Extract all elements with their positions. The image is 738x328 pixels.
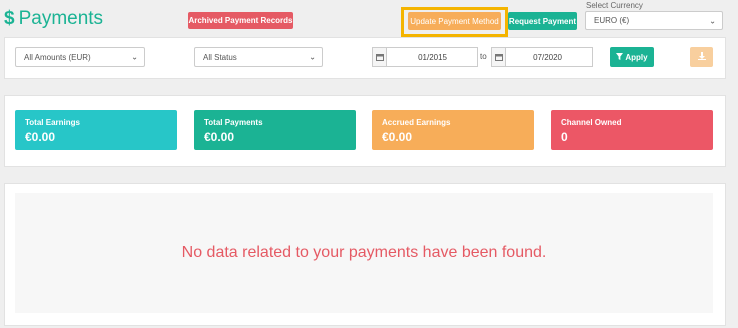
card-value: €0.00 (382, 130, 413, 144)
card-value: 0 (561, 130, 568, 144)
request-payment-button[interactable]: Request Payment (508, 12, 577, 30)
empty-state: No data related to your payments have be… (15, 193, 713, 313)
archived-payment-records-button[interactable]: Archived Payment Records (188, 12, 293, 29)
to-label: to (480, 52, 487, 61)
accrued-earnings-card: Accrued Earnings €0.00 (372, 110, 534, 150)
page-title-text: Payments (18, 8, 104, 29)
dollar-icon: $ (4, 8, 15, 29)
filter-icon (616, 52, 624, 62)
empty-message: No data related to your payments have be… (181, 244, 547, 261)
currency-value: EURO (€) (594, 16, 630, 25)
card-value: €0.00 (25, 130, 56, 144)
currency-label: Select Currency (586, 1, 643, 10)
card-label: Total Earnings (25, 118, 80, 127)
status-value: All Status (203, 52, 237, 62)
card-value: €0.00 (204, 130, 235, 144)
date-to-value: 07/2020 (533, 52, 562, 62)
calendar-icon[interactable] (373, 48, 387, 66)
update-payment-method-button[interactable]: Update Payment Method (408, 12, 501, 30)
date-to-input[interactable]: 07/2020 (491, 47, 593, 67)
status-select[interactable]: All Status ⌄ (194, 47, 323, 67)
card-label: Accrued Earnings (382, 118, 451, 127)
download-button[interactable] (690, 47, 713, 67)
total-payments-card: Total Payments €0.00 (194, 110, 356, 150)
chevron-down-icon: ⌄ (131, 52, 138, 62)
chevron-down-icon: ⌄ (309, 52, 316, 62)
calendar-icon[interactable] (492, 48, 506, 66)
chevron-down-icon: ⌄ (709, 16, 716, 25)
card-label: Total Payments (204, 118, 263, 127)
card-label: Channel Owned (561, 118, 622, 127)
apply-label: Apply (625, 52, 648, 62)
channel-owned-card: Channel Owned 0 (551, 110, 713, 150)
amount-select[interactable]: All Amounts (EUR) ⌄ (15, 47, 145, 67)
amount-value: All Amounts (EUR) (24, 52, 91, 62)
apply-button[interactable]: Apply (610, 47, 654, 67)
total-earnings-card: Total Earnings €0.00 (15, 110, 177, 150)
currency-select[interactable]: EURO (€) ⌄ (585, 11, 723, 30)
date-from-value: 01/2015 (418, 52, 447, 62)
download-icon (697, 52, 706, 62)
page-title: $ Payments (4, 8, 103, 30)
date-from-input[interactable]: 01/2015 (372, 47, 478, 67)
